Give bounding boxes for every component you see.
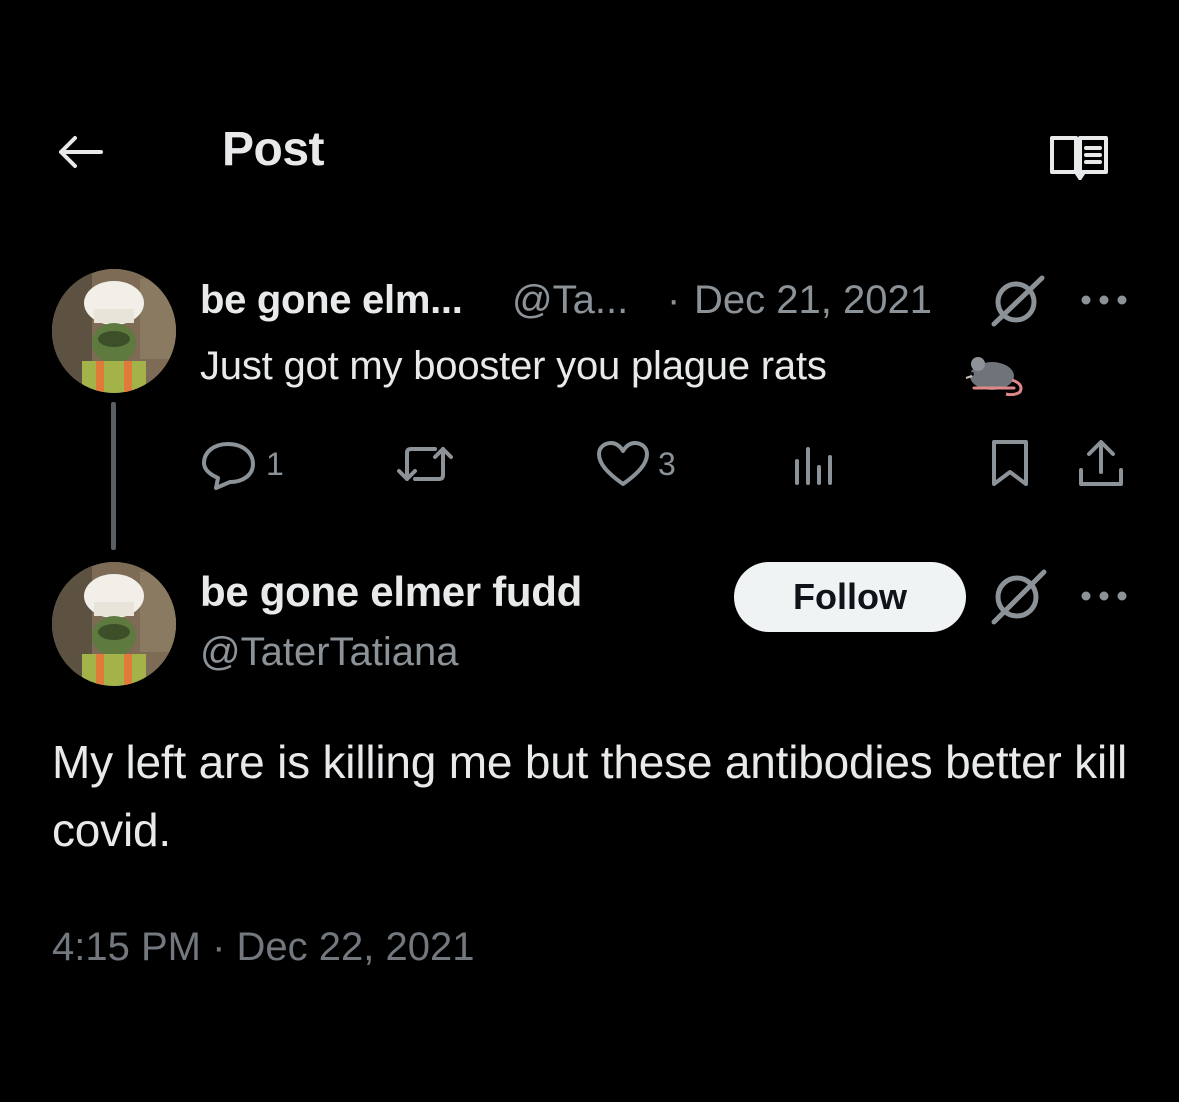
parent-tweet-text: Just got my booster you plague rats	[200, 344, 827, 388]
bookmark-button[interactable]	[988, 438, 1032, 490]
bookmark-icon	[992, 440, 1028, 486]
book-open-icon	[1050, 136, 1108, 182]
reply-icon	[202, 442, 255, 490]
like-button[interactable]: 3	[596, 438, 676, 490]
views-button[interactable]	[790, 438, 848, 490]
author-handle[interactable]: @TaterTatiana	[200, 630, 459, 675]
reply-count: 1	[266, 445, 284, 482]
share-icon	[1079, 440, 1123, 486]
avatar-image	[52, 562, 176, 686]
thread-connector	[111, 402, 116, 550]
retweet-icon	[397, 447, 453, 481]
retweet-button[interactable]	[395, 438, 463, 490]
like-count: 3	[658, 445, 676, 482]
grok-icon[interactable]	[988, 272, 1048, 328]
reply-button[interactable]: 1	[200, 438, 284, 490]
avatar[interactable]	[52, 562, 176, 686]
back-button[interactable]	[52, 128, 108, 176]
parent-date[interactable]: Dec 21, 2021	[694, 278, 932, 323]
parent-display-name[interactable]: be gone elm...	[200, 278, 463, 323]
reader-mode-button[interactable]	[1048, 132, 1112, 182]
parent-handle[interactable]: @Ta...	[512, 278, 628, 323]
avatar-image	[52, 269, 176, 393]
tweet-timestamp[interactable]: 4:15 PM · Dec 22, 2021	[52, 925, 474, 970]
separator-dot: ·	[667, 278, 681, 322]
grok-icon[interactable]	[988, 566, 1050, 626]
more-options-icon[interactable]	[1078, 586, 1130, 606]
avatar[interactable]	[52, 269, 176, 393]
share-button[interactable]	[1076, 438, 1126, 490]
follow-button[interactable]: Follow	[734, 562, 966, 632]
author-display-name[interactable]: be gone elmer fudd	[200, 568, 582, 616]
arrow-left-icon	[59, 136, 103, 168]
tweet-text: My left are is killing me but these anti…	[52, 736, 1128, 856]
page-title: Post	[222, 123, 325, 176]
rat-icon	[962, 350, 1026, 397]
heart-icon	[597, 441, 649, 486]
analytics-icon	[795, 447, 832, 485]
more-options-icon[interactable]	[1078, 290, 1130, 310]
